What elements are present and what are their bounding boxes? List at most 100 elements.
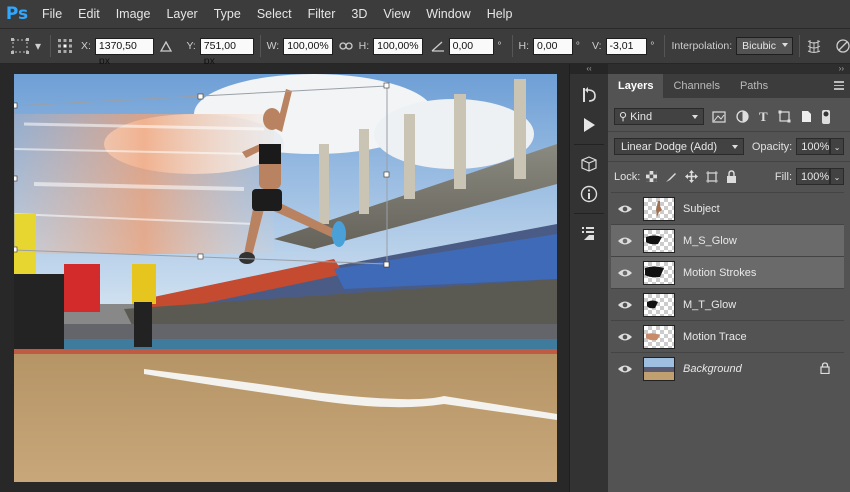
filter-kind-select[interactable]: ⚲ Kind	[614, 108, 704, 125]
menu-filter[interactable]: Filter	[300, 0, 344, 28]
tab-paths[interactable]: Paths	[730, 74, 778, 98]
menu-window[interactable]: Window	[418, 0, 478, 28]
lock-all-icon[interactable]	[726, 170, 737, 183]
filter-row: ⚲ Kind T	[608, 103, 850, 130]
search-icon: ⚲	[619, 111, 628, 123]
layer-name: Subject	[683, 202, 720, 215]
layers-panel: ›› Layers Channels Paths ⚲ Kind T Linear …	[608, 64, 850, 492]
divider	[608, 131, 850, 132]
collapse-arrows-icon[interactable]: ‹‹	[570, 64, 608, 74]
degree-symbol: °	[575, 40, 580, 52]
layer-comps-icon[interactable]	[570, 218, 608, 248]
info-icon[interactable]	[570, 179, 608, 209]
divider	[49, 35, 51, 57]
divider	[574, 144, 604, 145]
history-icon[interactable]	[570, 80, 608, 110]
lock-image-pixels-icon[interactable]	[665, 171, 677, 183]
layer-row-motion-strokes[interactable]: Motion Strokes	[611, 256, 844, 288]
cancel-icon[interactable]	[836, 39, 850, 53]
v-skew-label: V:	[591, 40, 602, 52]
layers-list: Subject M_S_Glow Motion Strokes M_T_Glow…	[611, 192, 844, 384]
reference-point-icon[interactable]	[57, 38, 73, 54]
panel-icon-strip: ‹‹	[569, 64, 609, 492]
interpolation-select[interactable]: Bicubic	[736, 37, 794, 55]
menu-edit[interactable]: Edit	[70, 0, 108, 28]
menu-3d[interactable]: 3D	[343, 0, 375, 28]
tab-channels[interactable]: Channels	[663, 74, 729, 98]
layer-name: M_S_Glow	[683, 234, 737, 247]
y-field[interactable]: 751,00 px	[199, 37, 254, 67]
menu-file[interactable]: File	[34, 0, 70, 28]
visibility-eye-icon[interactable]	[611, 204, 639, 214]
layer-thumbnail	[643, 292, 675, 317]
layer-row-m-t-glow[interactable]: M_T_Glow	[611, 288, 844, 320]
blend-row: Linear Dodge (Add) Opacity: 100% ⌄	[608, 133, 850, 160]
menu-view[interactable]: View	[375, 0, 418, 28]
visibility-eye-icon[interactable]	[611, 268, 639, 278]
width-field[interactable]: 100,00%	[283, 37, 333, 55]
rotate-field[interactable]: 0,00	[448, 37, 495, 55]
chevron-down-icon[interactable]: ▾	[35, 39, 41, 53]
menu-layer[interactable]: Layer	[158, 0, 205, 28]
angle-icon	[431, 40, 445, 52]
smart-object-filter-icon[interactable]	[801, 110, 812, 123]
visibility-eye-icon[interactable]	[611, 332, 639, 342]
fill-dropdown[interactable]: ⌄	[830, 168, 844, 185]
layer-thumbnail	[643, 324, 675, 349]
warp-icon[interactable]	[806, 38, 822, 54]
options-bar: ▾ X: 1370,50 px Y: 751,00 px W: 100,00% …	[0, 29, 850, 67]
opacity-dropdown[interactable]: ⌄	[830, 138, 844, 155]
menu-image[interactable]: Image	[108, 0, 159, 28]
layer-name: Motion Strokes	[683, 266, 757, 279]
opacity-label: Opacity:	[751, 140, 793, 153]
lock-transparent-pixels-icon[interactable]	[646, 171, 658, 182]
h-label: H:	[358, 40, 370, 52]
layer-thumbnail	[643, 196, 675, 221]
visibility-eye-icon[interactable]	[611, 300, 639, 310]
adjustment-filter-icon[interactable]	[736, 110, 749, 123]
layer-row-motion-trace[interactable]: Motion Trace	[611, 320, 844, 352]
lock-label: Lock:	[614, 170, 641, 183]
image-filter-icon[interactable]	[712, 110, 726, 123]
opacity-field[interactable]: 100%	[796, 138, 831, 155]
filter-toggle-icon[interactable]	[821, 109, 830, 124]
link-icon[interactable]	[339, 41, 353, 51]
menu-help[interactable]: Help	[479, 0, 521, 28]
delta-icon[interactable]	[160, 40, 173, 52]
lock-position-icon[interactable]	[685, 170, 699, 183]
divider	[608, 161, 850, 162]
3d-cube-icon[interactable]	[570, 149, 608, 179]
play-action-icon[interactable]	[570, 110, 608, 140]
layer-name: M_T_Glow	[683, 298, 737, 311]
collapse-arrows-icon[interactable]: ››	[608, 64, 850, 74]
layer-row-subject[interactable]: Subject	[611, 192, 844, 224]
degree-symbol: °	[650, 40, 655, 52]
tab-layers[interactable]: Layers	[608, 74, 664, 98]
divider	[259, 35, 261, 57]
x-field[interactable]: 1370,50 px	[94, 37, 155, 67]
menu-type[interactable]: Type	[206, 0, 249, 28]
type-filter-icon[interactable]: T	[759, 109, 768, 125]
layer-row-background[interactable]: Background	[611, 352, 844, 384]
shape-filter-icon[interactable]	[778, 110, 791, 123]
panel-menu-icon[interactable]	[834, 81, 844, 90]
visibility-eye-icon[interactable]	[611, 364, 639, 374]
lock-artboard-icon[interactable]	[706, 170, 719, 183]
lock-icon	[820, 362, 830, 377]
document-area	[0, 64, 568, 492]
fill-field[interactable]: 100%	[796, 168, 830, 185]
w-label: W:	[266, 40, 280, 52]
height-field[interactable]: 100,00%	[373, 37, 423, 55]
menu-select[interactable]: Select	[249, 0, 300, 28]
document-canvas[interactable]	[14, 74, 557, 482]
x-label: X:	[80, 40, 91, 52]
visibility-eye-icon[interactable]	[611, 236, 639, 246]
layer-row-m-s-glow[interactable]: M_S_Glow	[611, 224, 844, 256]
transform-tool-icon[interactable]	[8, 36, 32, 56]
divider	[799, 35, 801, 57]
h-skew-field[interactable]: 0,00	[533, 37, 573, 55]
v-skew-field[interactable]: -3,01	[605, 37, 648, 55]
fill-label: Fill:	[774, 170, 792, 183]
divider	[664, 35, 666, 57]
blend-mode-select[interactable]: Linear Dodge (Add)	[614, 138, 744, 155]
